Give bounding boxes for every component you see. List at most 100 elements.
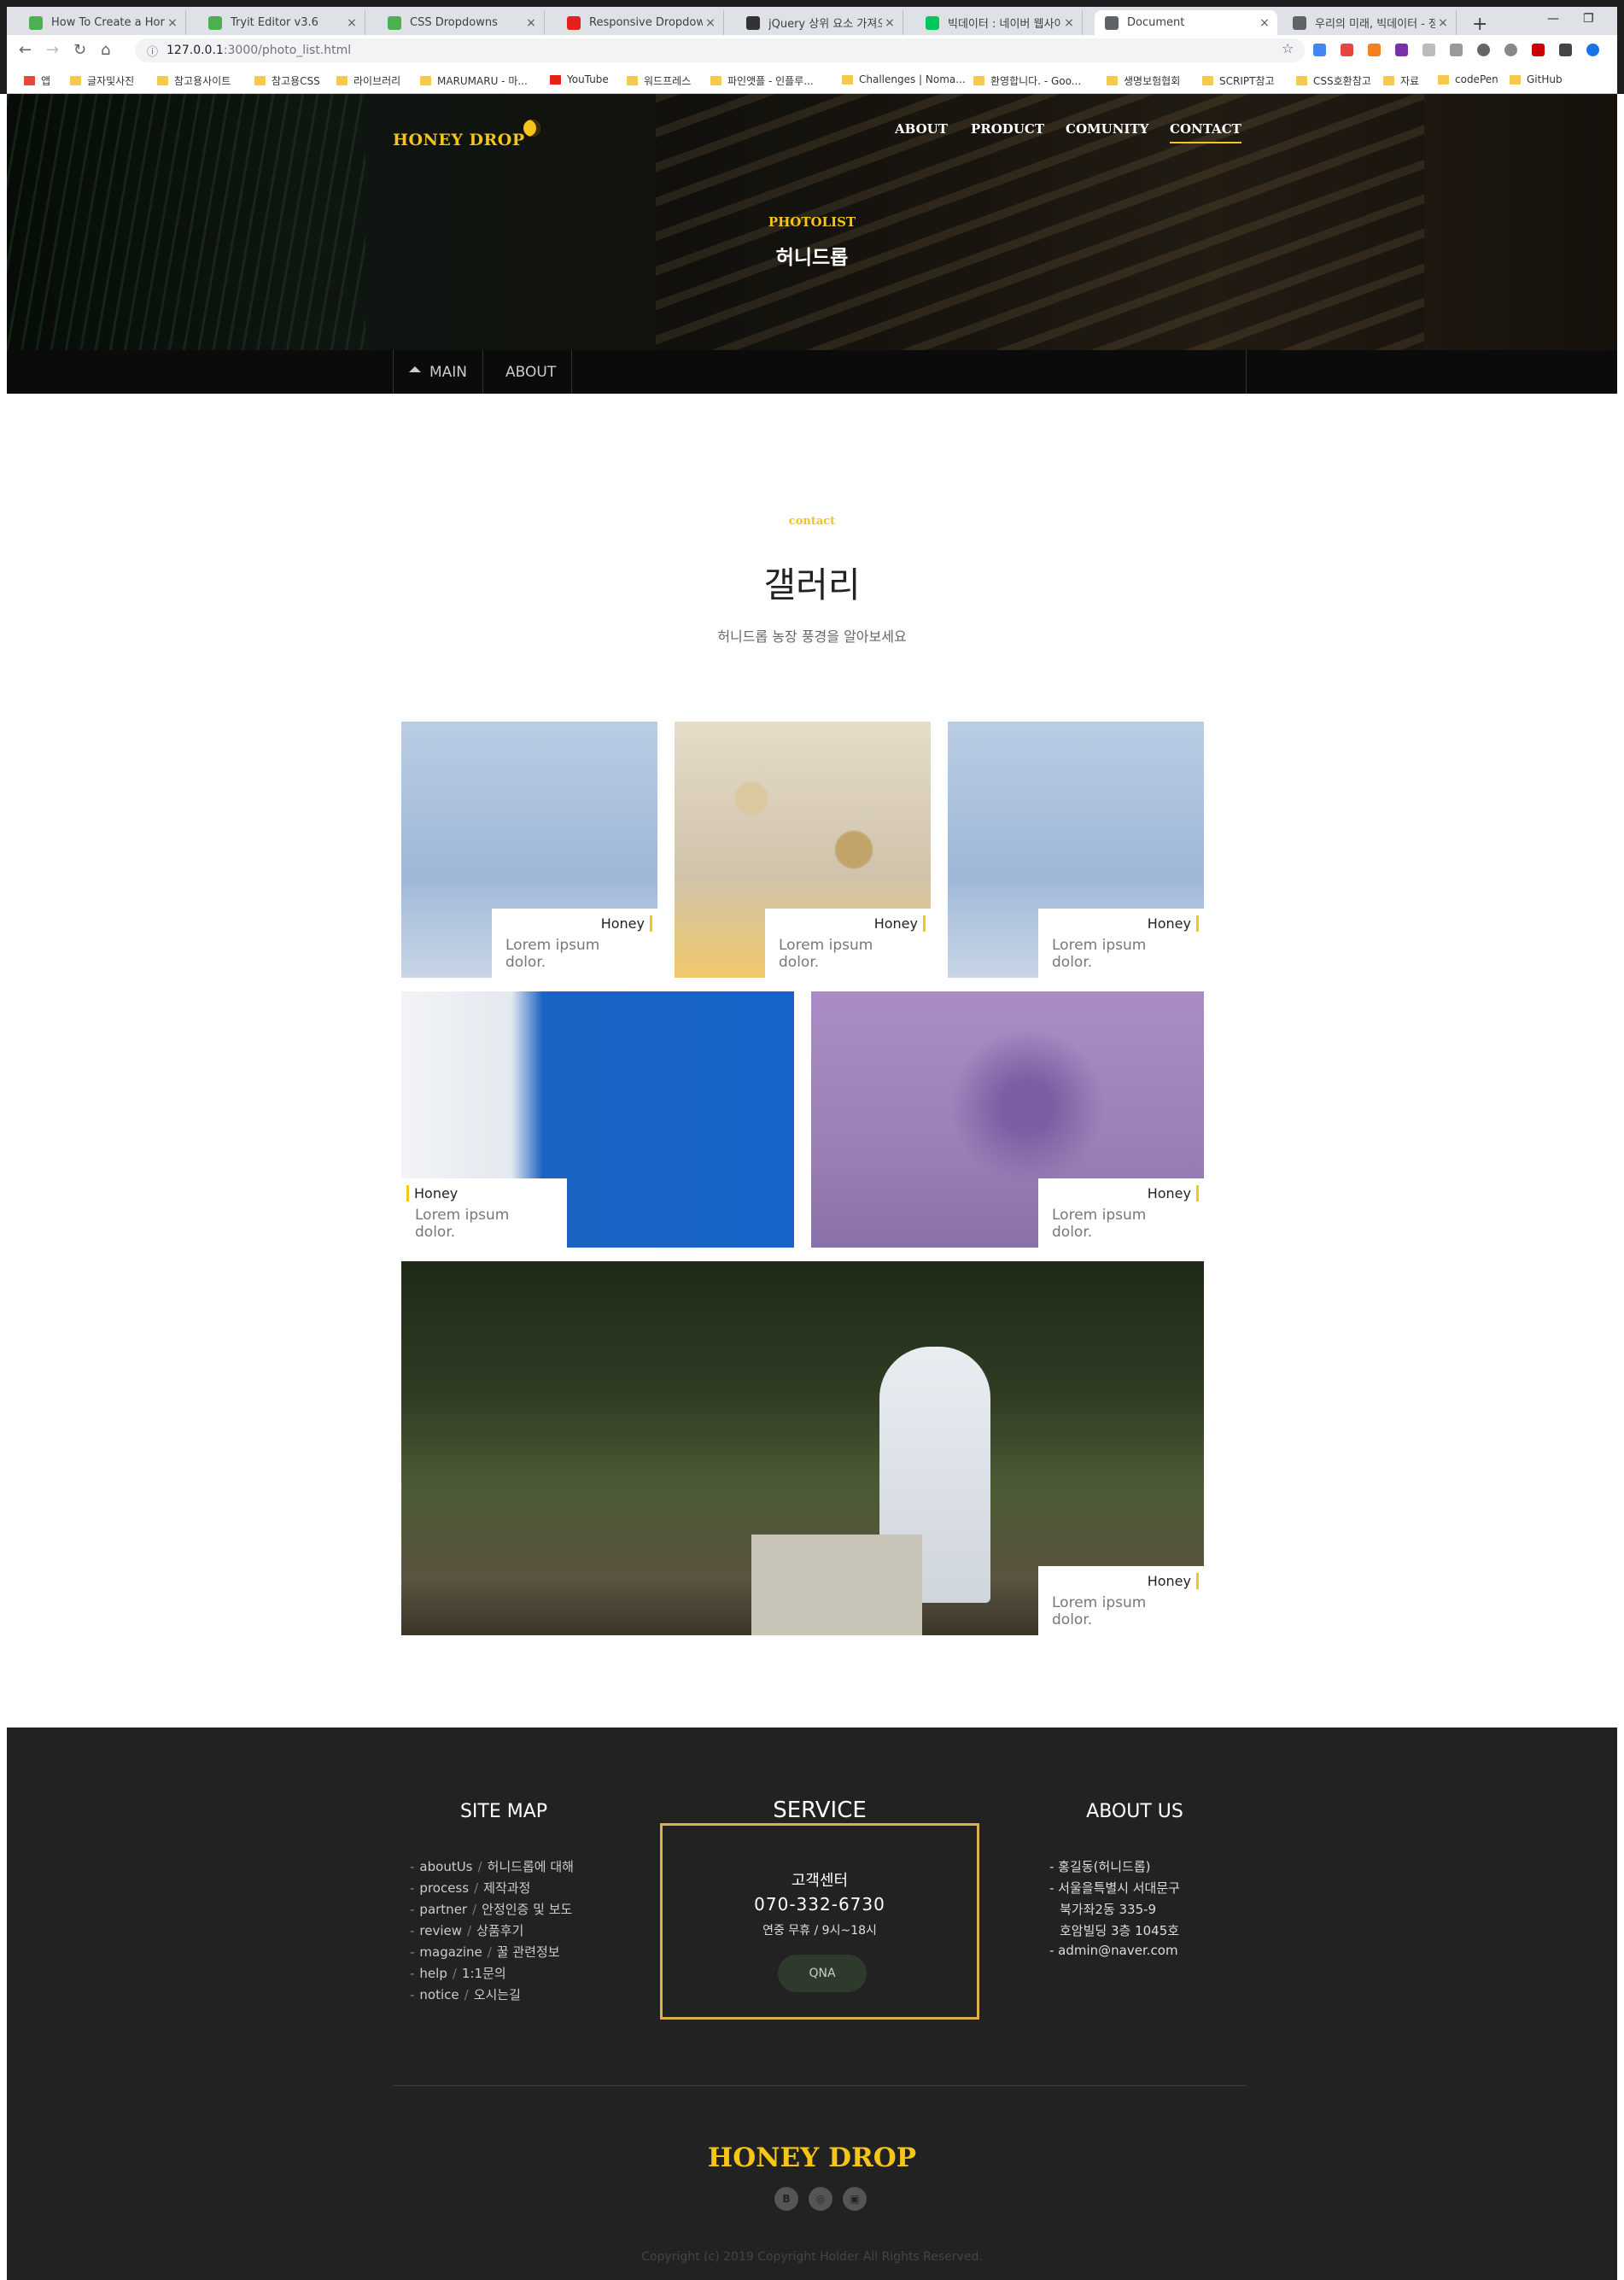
sitemap-item[interactable]: - partner / 안정인증 및 보도 <box>410 1900 572 1918</box>
sitemap-en: aboutUs <box>419 1859 473 1874</box>
url-host: 127.0.0.1 <box>166 44 224 57</box>
browser-tab[interactable]: 빅데이터 : 네이버 웹사이트× <box>915 10 1083 35</box>
bookmark-item[interactable]: Challenges | Noma... <box>842 73 966 85</box>
bookmark-item[interactable]: 생명보험협회 <box>1107 73 1180 88</box>
tab-favicon-icon <box>29 15 43 30</box>
bookmark-label: 생명보험협회 <box>1124 75 1181 87</box>
browser-tab[interactable]: CSS Dropdowns × <box>377 10 545 35</box>
sitemap-item[interactable]: - aboutUs / 허니드롭에 대해 <box>410 1857 574 1875</box>
footer-logo[interactable]: HONEY DROP <box>7 2143 1617 2173</box>
address-bar[interactable]: ⓘ 127.0.0.1:3000/photo_list.html <box>135 38 1305 62</box>
tab-close-icon[interactable]: × <box>1435 16 1451 30</box>
bookmark-item[interactable]: 앱 <box>24 73 50 88</box>
gallery-photo-4[interactable]: Honey Lorem ipsum dolor. <box>401 991 794 1248</box>
extension-onenote-icon[interactable] <box>1395 44 1408 56</box>
home-icon <box>409 366 421 372</box>
bookmark-item[interactable]: 라이브러리 <box>336 73 400 88</box>
breadcrumb-main[interactable]: MAIN <box>394 350 484 394</box>
tab-close-icon[interactable]: × <box>703 16 718 30</box>
sitemap-item[interactable]: - process / 제작과정 <box>410 1879 530 1897</box>
bookmark-item[interactable]: YouTube <box>550 73 609 85</box>
tab-favicon-icon <box>926 15 939 30</box>
tab-title: 빅데이터 : 네이버 웹사이트 <box>948 18 1061 31</box>
tab-close-icon[interactable]: × <box>523 16 539 30</box>
bookmark-item[interactable]: GitHub <box>1510 73 1563 85</box>
blog-icon[interactable]: B <box>774 2187 798 2211</box>
site-logo[interactable]: HONEY DROP <box>393 120 540 149</box>
gallery-photo-3[interactable]: Honey Lorem ipsum dolor. <box>948 722 1204 978</box>
sitemap-en: review <box>419 1923 463 1938</box>
bookmark-label: YouTube <box>567 73 609 85</box>
bookmark-item[interactable]: 파인앳플 - 인플루... <box>710 73 814 88</box>
gallery-photo-2[interactable]: Honey Lorem ipsum dolor. <box>675 722 931 978</box>
bookmark-item[interactable]: MARUMARU - 마... <box>420 73 528 88</box>
browser-tab[interactable]: Document × <box>1095 10 1277 35</box>
extension-gray-icon[interactable] <box>1422 44 1435 56</box>
sitemap-item[interactable]: - notice / 오시는길 <box>410 1985 521 2003</box>
qna-button[interactable]: QNA <box>778 1955 867 1992</box>
bookmark-item[interactable]: codePen <box>1438 73 1498 85</box>
extension-pen-icon[interactable] <box>1559 44 1572 56</box>
bookmark-item[interactable]: 참고용CSS <box>254 73 320 88</box>
bookmark-label: 참고용사이트 <box>174 75 231 87</box>
instagram-icon[interactable]: ◎ <box>809 2187 832 2211</box>
tab-close-icon[interactable]: × <box>344 16 359 30</box>
browser-tab[interactable]: Responsive Dropdown Nav× <box>557 10 724 35</box>
gallery-photo-6[interactable]: Honey Lorem ipsum dolor. <box>401 1261 1204 1635</box>
home-icon[interactable]: ⌂ <box>101 41 110 59</box>
bookmark-item[interactable]: SCRIPT참고 <box>1202 73 1275 88</box>
bookmark-item[interactable]: CSS호환참고 <box>1296 73 1371 88</box>
bookmark-label: codePen <box>1455 73 1498 85</box>
extension-pocket-icon[interactable] <box>1477 44 1490 56</box>
bookmark-star-icon[interactable]: ☆ <box>1282 40 1294 56</box>
sitemap-title: SITE MAP <box>459 1801 548 1822</box>
browser-tab[interactable]: 우리의 미래, 빅데이터 - 정 × <box>1282 10 1457 35</box>
bookmark-item[interactable]: 참고용사이트 <box>157 73 231 88</box>
caption-title: Honey <box>1052 1185 1199 1201</box>
bookmark-item[interactable]: 글자및사진 <box>70 73 134 88</box>
menu-product[interactable]: PRODUCT <box>971 121 1044 137</box>
bookmark-item[interactable]: 자료 <box>1383 73 1419 88</box>
sitemap-item[interactable]: - review / 상품후기 <box>410 1921 523 1939</box>
apps-grid-icon <box>24 76 35 85</box>
menu-about[interactable]: ABOUT <box>895 121 948 137</box>
gallery-photo-1[interactable]: Honey Lorem ipsum dolor. <box>401 722 657 978</box>
extension-gray2-icon[interactable] <box>1450 44 1463 56</box>
bookmark-item[interactable]: 워드프레스 <box>627 73 691 88</box>
sitemap-item[interactable]: - magazine / 꿀 관련정보 <box>410 1943 560 1961</box>
browser-tab[interactable]: Tryit Editor v3.6 × <box>198 10 365 35</box>
tab-close-icon[interactable]: × <box>882 16 897 30</box>
sitemap-ko: 상품후기 <box>476 1923 524 1938</box>
forward-icon[interactable]: → <box>46 41 59 59</box>
menu-comunity[interactable]: COMUNITY <box>1066 121 1148 137</box>
minimize-button[interactable]: — <box>1547 12 1559 26</box>
tab-close-icon[interactable]: × <box>165 16 180 30</box>
back-icon[interactable]: ← <box>19 41 32 59</box>
menu-contact[interactable]: CONTACT <box>1170 121 1241 143</box>
extension-pdf-icon[interactable] <box>1532 44 1545 56</box>
gallery-photo-5[interactable]: Honey Lorem ipsum dolor. <box>811 991 1204 1248</box>
bookmark-label: CSS호환참고 <box>1313 75 1371 87</box>
gallery-caption-5: Honey Lorem ipsum dolor. <box>1038 1178 1204 1248</box>
tab-title: CSS Dropdowns <box>410 16 498 29</box>
reload-icon[interactable]: ↻ <box>73 41 86 59</box>
caption-desc: Lorem ipsum dolor. <box>1052 937 1147 971</box>
extension-translate-icon[interactable] <box>1313 44 1326 56</box>
new-tab-button[interactable]: + <box>1472 14 1487 35</box>
extension-red-icon[interactable] <box>1341 44 1353 56</box>
bookmark-item[interactable]: 환영합니다. - Goo... <box>973 73 1081 88</box>
maximize-button[interactable]: ❐ <box>1583 12 1594 26</box>
browser-tab[interactable]: jQuery 상위 요소 가져오기× <box>736 10 903 35</box>
breadcrumb-about[interactable]: ABOUT <box>490 350 573 394</box>
info-icon[interactable]: ⓘ <box>147 43 158 59</box>
tab-close-icon[interactable]: × <box>1061 16 1077 30</box>
extension-orange-icon[interactable] <box>1368 44 1381 56</box>
browser-tab[interactable]: How To Create a Horizontal× <box>19 10 186 35</box>
about-item: - 서울을특별시 서대문구 <box>1049 1880 1180 1896</box>
tab-favicon-icon <box>1293 15 1306 30</box>
sitemap-item[interactable]: - help/1:1문의 <box>410 1964 506 1982</box>
extension-blue-icon[interactable] <box>1586 44 1599 56</box>
youtube-icon[interactable]: ▣ <box>843 2187 867 2211</box>
extension-circle-icon[interactable] <box>1504 44 1517 56</box>
tab-close-icon[interactable]: × <box>1257 16 1272 30</box>
